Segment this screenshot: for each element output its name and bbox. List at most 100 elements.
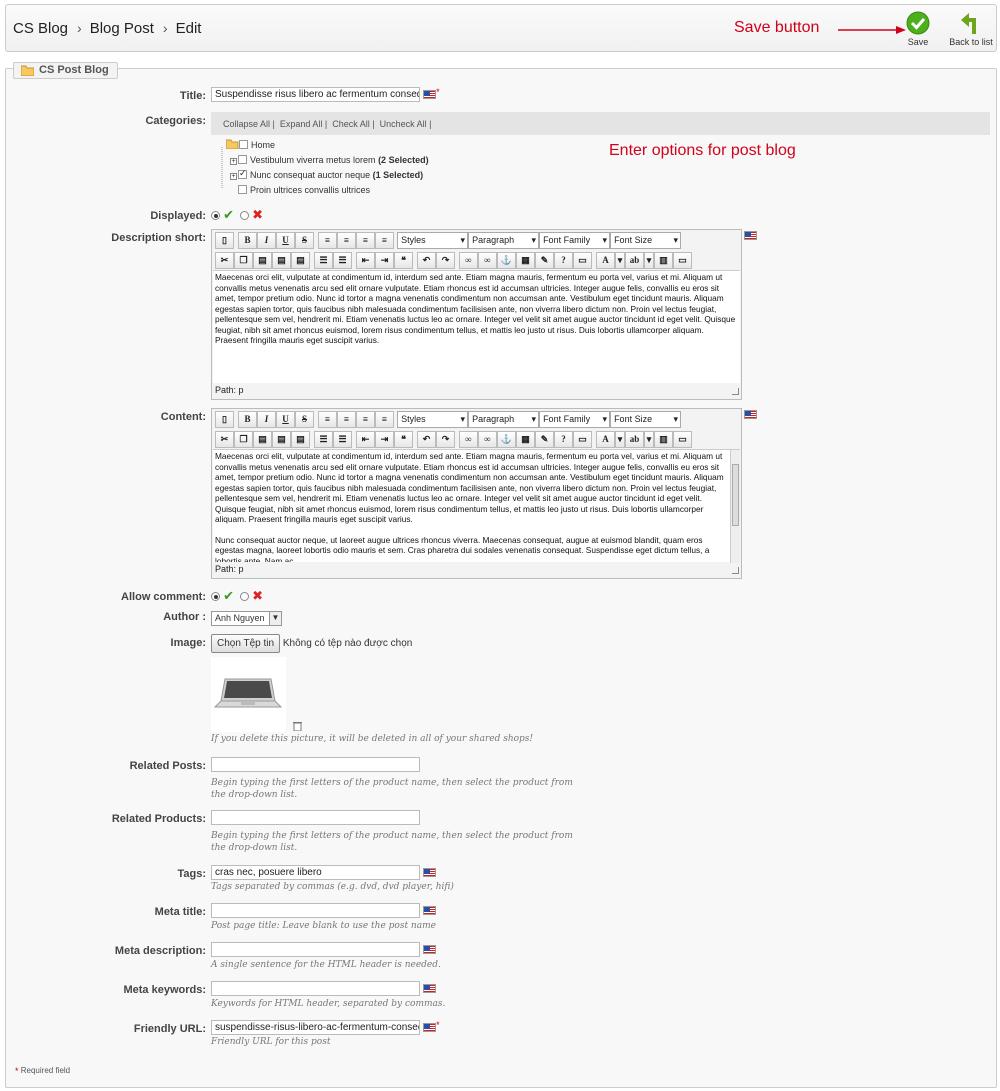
- meta-description-input[interactable]: [211, 942, 420, 957]
- content-scrollbar[interactable]: [730, 450, 740, 563]
- image-icon[interactable]: ▦: [516, 431, 535, 448]
- outdent-icon[interactable]: ⇤: [356, 252, 375, 269]
- underline-icon[interactable]: U: [276, 411, 295, 428]
- bullet-list-icon[interactable]: ☰: [314, 252, 333, 269]
- blockquote-icon[interactable]: ❝: [394, 252, 413, 269]
- redo-icon[interactable]: ↷: [436, 252, 455, 269]
- styles-select[interactable]: Styles: [397, 411, 469, 428]
- align-right-icon[interactable]: ≡: [356, 232, 375, 249]
- friendly-url-input[interactable]: suspendisse-risus-libero-ac-fermentum-co…: [211, 1020, 420, 1035]
- undo-icon[interactable]: ↶: [417, 431, 436, 448]
- category-checkbox[interactable]: [238, 185, 247, 194]
- align-justify-icon[interactable]: ≡: [375, 411, 394, 428]
- title-input[interactable]: Suspendisse risus libero ac fermentum co…: [211, 87, 420, 102]
- text-color-dropdown-icon[interactable]: ▾: [615, 252, 625, 269]
- align-center-icon[interactable]: ≡: [337, 411, 356, 428]
- cleanup-icon[interactable]: ✎: [535, 431, 554, 448]
- italic-icon[interactable]: I: [257, 232, 276, 249]
- text-color-icon[interactable]: A: [596, 431, 615, 448]
- us-flag-icon[interactable]: [423, 90, 437, 99]
- unlink-icon[interactable]: ∞: [478, 431, 497, 448]
- category-checkbox[interactable]: [239, 140, 248, 149]
- allow-comment-yes-radio[interactable]: [211, 591, 220, 601]
- paragraph-select[interactable]: Paragraph: [468, 411, 540, 428]
- tree-item-proin[interactable]: Proin ultrices convallis ultrices: [238, 185, 370, 195]
- media-icon[interactable]: ▥: [654, 252, 673, 269]
- tags-input[interactable]: cras nec, posuere libero: [211, 865, 420, 880]
- unlink-icon[interactable]: ∞: [478, 252, 497, 269]
- us-flag-icon[interactable]: [423, 906, 437, 915]
- paragraph-select[interactable]: Paragraph: [468, 232, 540, 249]
- fullscreen-icon[interactable]: ▭: [673, 431, 692, 448]
- font-size-select[interactable]: Font Size: [610, 411, 682, 428]
- description-short-text[interactable]: Maecenas orci elit, vulputate at condime…: [213, 270, 740, 383]
- highlight-color-icon[interactable]: ab: [625, 431, 644, 448]
- blockquote-icon[interactable]: ❝: [394, 431, 413, 448]
- numbered-list-icon[interactable]: ☰: [333, 252, 352, 269]
- back-to-list-button[interactable]: Back to list: [946, 11, 996, 47]
- strikethrough-icon[interactable]: S: [295, 232, 314, 249]
- new-document-icon[interactable]: ▯: [215, 411, 234, 428]
- delete-image-icon[interactable]: [293, 721, 302, 731]
- font-size-select[interactable]: Font Size: [610, 232, 682, 249]
- us-flag-icon[interactable]: [423, 868, 437, 877]
- paste-text-icon[interactable]: ▤: [272, 252, 291, 269]
- us-flag-icon[interactable]: [744, 231, 757, 240]
- html-source-icon[interactable]: ▭: [573, 431, 592, 448]
- paste-icon[interactable]: ▤: [253, 252, 272, 269]
- author-select[interactable]: Anh Nguyen ▼: [211, 611, 282, 626]
- styles-select[interactable]: Styles: [397, 232, 469, 249]
- help-icon[interactable]: ?: [554, 252, 573, 269]
- highlight-dropdown-icon[interactable]: ▾: [644, 252, 654, 269]
- save-button[interactable]: Save: [903, 11, 933, 47]
- allow-comment-no-radio[interactable]: [240, 591, 250, 601]
- expand-icon[interactable]: +: [230, 173, 237, 180]
- copy-icon[interactable]: ❐: [234, 431, 253, 448]
- undo-icon[interactable]: ↶: [417, 252, 436, 269]
- align-left-icon[interactable]: ≡: [318, 411, 337, 428]
- align-justify-icon[interactable]: ≡: [375, 232, 394, 249]
- align-center-icon[interactable]: ≡: [337, 232, 356, 249]
- text-color-icon[interactable]: A: [596, 252, 615, 269]
- html-source-icon[interactable]: ▭: [573, 252, 592, 269]
- redo-icon[interactable]: ↷: [436, 431, 455, 448]
- breadcrumb-item[interactable]: CS Blog: [13, 20, 68, 37]
- align-left-icon[interactable]: ≡: [318, 232, 337, 249]
- fullscreen-icon[interactable]: ▭: [673, 252, 692, 269]
- expand-all-link[interactable]: Expand All: [280, 119, 323, 129]
- indent-icon[interactable]: ⇥: [375, 431, 394, 448]
- font-family-select[interactable]: Font Family: [539, 411, 611, 428]
- align-right-icon[interactable]: ≡: [356, 411, 375, 428]
- uncheck-all-link[interactable]: Uncheck All: [380, 119, 427, 129]
- bold-icon[interactable]: B: [238, 232, 257, 249]
- paste-text-icon[interactable]: ▤: [272, 431, 291, 448]
- check-all-link[interactable]: Check All: [332, 119, 370, 129]
- meta-keywords-input[interactable]: [211, 981, 420, 996]
- content-text-area[interactable]: Maecenas orci elit, vulputate at condime…: [213, 449, 740, 562]
- expand-icon[interactable]: +: [230, 158, 237, 165]
- help-icon[interactable]: ?: [554, 431, 573, 448]
- highlight-dropdown-icon[interactable]: ▾: [644, 431, 654, 448]
- us-flag-icon[interactable]: [423, 984, 437, 993]
- tree-item-home[interactable]: Home: [225, 139, 275, 150]
- us-flag-icon[interactable]: [744, 410, 757, 419]
- choose-file-button[interactable]: Chọn Tệp tin: [211, 634, 281, 653]
- displayed-no-radio[interactable]: [240, 210, 250, 220]
- paste-word-icon[interactable]: ▤: [291, 252, 310, 269]
- paste-word-icon[interactable]: ▤: [291, 431, 310, 448]
- category-checkbox[interactable]: [238, 155, 247, 164]
- tree-item-vestibulum[interactable]: + Vestibulum viverra metus lorem (2 Selec…: [230, 155, 429, 165]
- image-icon[interactable]: ▦: [516, 252, 535, 269]
- tree-item-nunc[interactable]: + Nunc consequat auctor neque (1 Selected…: [230, 168, 423, 180]
- copy-icon[interactable]: ❐: [234, 252, 253, 269]
- outdent-icon[interactable]: ⇤: [356, 431, 375, 448]
- italic-icon[interactable]: I: [257, 411, 276, 428]
- link-icon[interactable]: ∞: [459, 431, 478, 448]
- scrollbar-thumb[interactable]: [732, 464, 739, 526]
- collapse-all-link[interactable]: Collapse All: [223, 119, 270, 129]
- paste-icon[interactable]: ▤: [253, 431, 272, 448]
- indent-icon[interactable]: ⇥: [375, 252, 394, 269]
- strikethrough-icon[interactable]: S: [295, 411, 314, 428]
- anchor-icon[interactable]: ⚓: [497, 431, 516, 448]
- us-flag-icon[interactable]: [423, 945, 437, 954]
